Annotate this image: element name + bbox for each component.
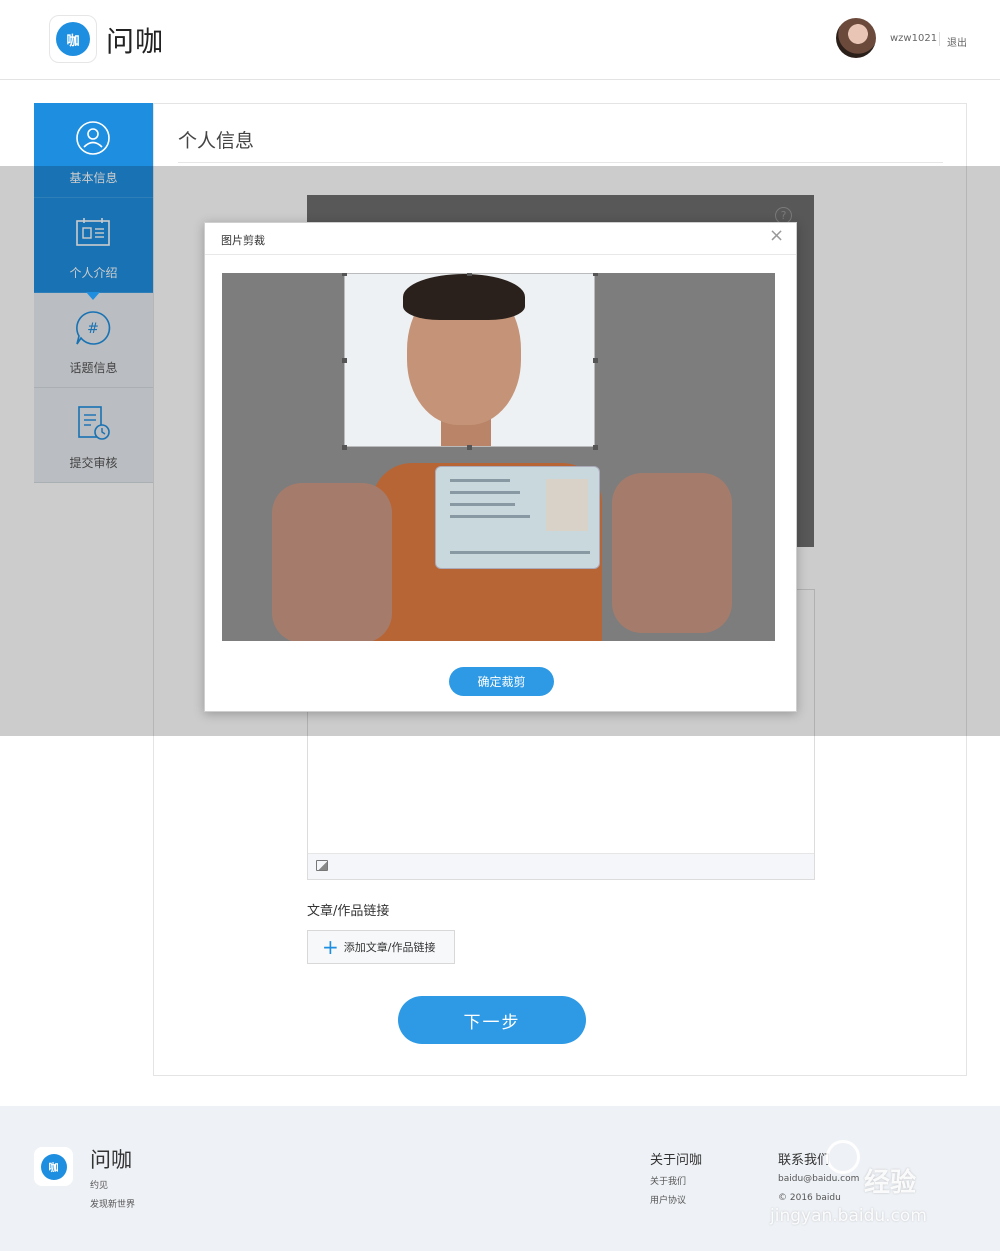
next-step-button[interactable]: 下一步: [398, 996, 586, 1044]
watermark: 经验 jingyan.baidu.com: [770, 1140, 970, 1240]
photo-left-hand: [272, 483, 392, 641]
add-link-label: 添加文章/作品链接: [343, 941, 436, 954]
user-avatar[interactable]: [836, 18, 876, 58]
paw-icon: [826, 1140, 860, 1174]
watermark-brand: 经验: [864, 1168, 917, 1198]
card-text-line: [450, 503, 515, 506]
footer-app-name: 问咖: [90, 1148, 132, 1172]
image-insert-icon[interactable]: [316, 860, 328, 871]
confirm-crop-button[interactable]: 确定裁剪: [449, 667, 554, 696]
crop-handle-t[interactable]: [467, 273, 472, 276]
card-text-line: [450, 515, 530, 518]
crop-handle-l[interactable]: [342, 358, 347, 363]
card-portrait: [546, 479, 588, 531]
app-title: 问咖: [106, 25, 165, 58]
dialog-title: 图片剪裁: [221, 234, 265, 247]
title-divider: [178, 162, 943, 163]
crop-handle-br[interactable]: [593, 445, 598, 450]
links-label: 文章/作品链接: [307, 904, 390, 919]
top-header: 咖 问咖 wzw1021 退出: [0, 0, 1000, 80]
card-text-line: [450, 491, 520, 494]
crop-handle-bl[interactable]: [342, 445, 347, 450]
crop-dialog: 图片剪裁 × 确定裁剪: [204, 222, 797, 712]
footer-about-us-link[interactable]: 关于我们: [650, 1174, 686, 1187]
crop-handle-r[interactable]: [593, 358, 598, 363]
footer-logo[interactable]: 咖: [34, 1147, 73, 1186]
watermark-url: jingyan.baidu.com: [770, 1206, 927, 1226]
plus-icon: +: [322, 935, 339, 959]
logout-link[interactable]: 退出: [947, 34, 967, 49]
close-icon[interactable]: ×: [769, 227, 784, 245]
footer-slogan-2: 发现新世界: [90, 1200, 136, 1210]
card-text-line: [450, 479, 510, 482]
crop-handle-tr[interactable]: [593, 273, 598, 276]
page-title: 个人信息: [178, 130, 255, 152]
crop-selection[interactable]: [344, 273, 595, 447]
logo-icon: 咖: [56, 22, 90, 56]
photo-hair: [403, 274, 525, 320]
card-number-line: [450, 551, 590, 554]
crop-handle-b[interactable]: [467, 445, 472, 450]
crop-canvas[interactable]: [222, 273, 775, 641]
footer-logo-icon: 咖: [40, 1153, 67, 1180]
photo-id-card: [435, 466, 600, 569]
username[interactable]: wzw1021: [890, 33, 937, 44]
editor-toolbar: [308, 853, 814, 879]
photo-right-hand: [612, 473, 732, 633]
footer-slogan-1: 约见: [90, 1181, 109, 1191]
add-link-button[interactable]: + 添加文章/作品链接: [307, 930, 455, 964]
footer-user-agreement-link[interactable]: 用户协议: [650, 1193, 686, 1206]
user-icon: [76, 121, 110, 155]
header-separator: [939, 32, 940, 46]
footer-about-heading: 关于问咖: [650, 1153, 703, 1168]
dialog-divider: [205, 254, 796, 255]
app-logo[interactable]: 咖: [49, 15, 97, 63]
crop-handle-tl[interactable]: [342, 273, 347, 276]
